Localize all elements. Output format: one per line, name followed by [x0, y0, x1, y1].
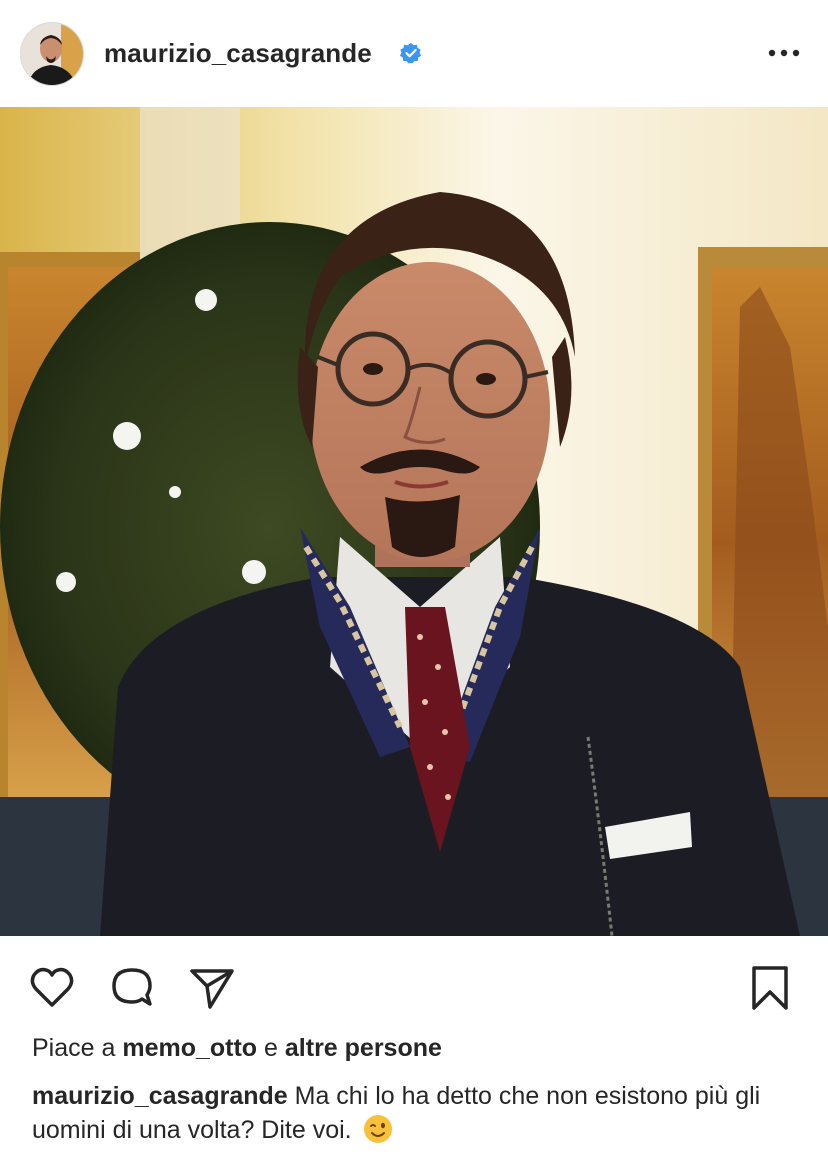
send-icon[interactable] — [188, 964, 236, 1012]
likes-user[interactable]: memo_otto — [122, 1034, 257, 1062]
likes-others[interactable]: altre persone — [285, 1034, 442, 1062]
caption-username[interactable]: maurizio_casagrande — [32, 1082, 288, 1110]
bookmark-icon[interactable] — [746, 964, 794, 1012]
comment-icon[interactable] — [108, 964, 156, 1012]
post-header: maurizio_casagrande — [0, 0, 828, 107]
likes-summary[interactable]: Piace a memo_otto e altre persone — [32, 1034, 442, 1063]
avatar[interactable] — [20, 22, 84, 86]
verified-badge-icon — [400, 42, 422, 64]
wink-emoji-icon — [363, 1114, 393, 1144]
heart-icon[interactable] — [28, 964, 76, 1012]
post-username[interactable]: maurizio_casagrande — [104, 38, 372, 69]
post-image[interactable] — [0, 107, 828, 936]
post-caption: maurizio_casagrande Ma chi lo ha detto c… — [32, 1079, 812, 1147]
action-bar — [0, 936, 828, 1026]
likes-connector: e — [264, 1034, 278, 1062]
likes-prefix: Piace a — [32, 1034, 116, 1062]
more-horizontal-icon[interactable] — [764, 38, 804, 68]
